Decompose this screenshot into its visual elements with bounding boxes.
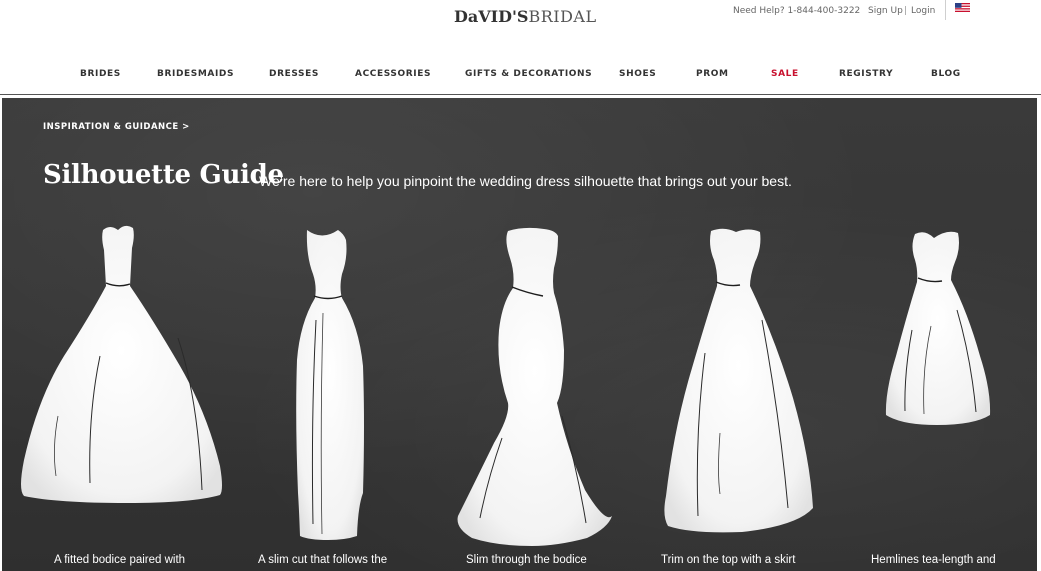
dress-illustrations [21, 225, 991, 546]
sheath-caption: A slim cut that follows the [258, 554, 388, 566]
logo-word-bridal: BRIDAL [528, 7, 597, 26]
nav-prom[interactable]: PROM [696, 66, 729, 82]
nav-shoes[interactable]: SHOES [619, 66, 656, 82]
brand-logo[interactable]: DaVID'SBRIDAL [454, 7, 597, 26]
nav-accessories[interactable]: ACCESSORIES [355, 66, 431, 82]
nav-brides[interactable]: BRIDES [80, 66, 121, 82]
signup-link[interactable]: Sign Up [868, 6, 903, 16]
ball-gown-dress-icon[interactable] [21, 225, 222, 503]
nav-bridesmaids[interactable]: BRIDESMAIDS [157, 66, 234, 82]
nav-gifts-decorations[interactable]: GIFTS & DECORATIONS [465, 66, 592, 82]
nav-dresses[interactable]: DRESSES [269, 66, 319, 82]
header-divider [945, 0, 946, 20]
nav-divider [0, 94, 1041, 95]
mermaid-caption: Slim through the bodice [466, 554, 587, 566]
nav-sale[interactable]: SALE [771, 66, 799, 82]
help-phone-text: Need Help? 1-844-400-3222 [733, 6, 861, 16]
mermaid-dress-icon[interactable] [457, 227, 612, 546]
a-line-caption: Trim on the top with a skirt [661, 554, 796, 566]
tea-length-dress-icon[interactable] [885, 231, 991, 425]
nav-registry[interactable]: REGISTRY [839, 66, 893, 82]
ball-gown-caption: A fitted bodice paired with [54, 554, 186, 566]
logo-word-davids: DaVID'S [454, 7, 529, 26]
account-link-separator: | [904, 6, 908, 16]
nav-blog[interactable]: BLOG [931, 66, 961, 82]
silhouette-guide-hero: INSPIRATION & GUIDANCE > Silhouette Guid… [2, 98, 1037, 571]
a-line-dress-icon[interactable] [664, 228, 813, 533]
main-nav: BRIDES BRIDESMAIDS DRESSES ACCESSORIES G… [0, 66, 1041, 84]
us-flag-icon[interactable] [955, 3, 970, 12]
login-link[interactable]: Login [911, 6, 935, 16]
sheath-dress-icon[interactable] [296, 230, 364, 540]
tea-length-caption: Hemlines tea-length and [871, 554, 996, 566]
